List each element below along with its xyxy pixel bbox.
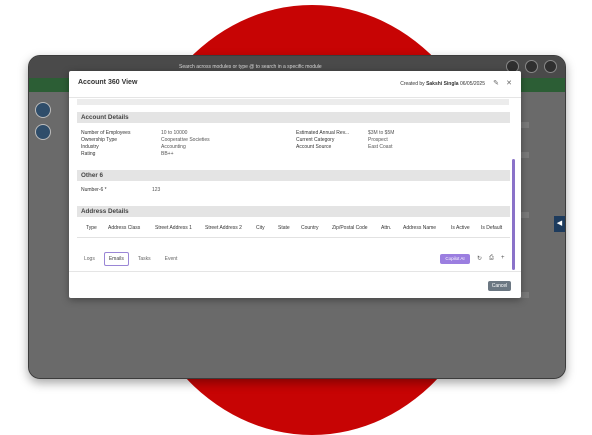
section-header-other: Other 6 xyxy=(77,170,510,181)
tab-tasks[interactable]: Tasks xyxy=(133,252,156,266)
created-by-info: Created by Sakshi Singla 06/05/2025 xyxy=(400,81,485,87)
edit-icon[interactable]: ✎ xyxy=(493,79,499,87)
column-header: City xyxy=(256,225,265,231)
column-header: Country xyxy=(301,225,319,231)
field-label: Ownership Type xyxy=(81,137,118,143)
column-header: Street Address 2 xyxy=(205,225,242,231)
field-value: BB++ xyxy=(161,151,174,157)
field-value: Prospect xyxy=(368,137,388,143)
cancel-button[interactable]: Cancel xyxy=(488,281,511,291)
modal-title: Account 360 View xyxy=(78,79,138,86)
modal-scroll-content[interactable]: Account Details Number of Employees 10 t… xyxy=(77,99,513,246)
field-value: East Coast xyxy=(368,144,393,150)
user-avatar[interactable] xyxy=(544,60,557,73)
avatar[interactable] xyxy=(35,124,51,140)
field-value: Accounting xyxy=(161,144,186,150)
column-header: Zip/Postal Code xyxy=(332,225,368,231)
column-header: Address Name xyxy=(403,225,437,231)
column-header: Is Default xyxy=(481,225,503,231)
close-icon[interactable]: ✕ xyxy=(506,79,512,87)
created-date: 06/05/2025 xyxy=(459,81,485,87)
created-by-prefix: Created by xyxy=(400,81,425,87)
global-search-input[interactable]: Search across modules or type @ to searc… xyxy=(179,64,322,70)
tab-emails[interactable]: Emails xyxy=(103,252,129,266)
help-icon[interactable] xyxy=(525,60,538,73)
field-label: Number-6 * xyxy=(81,187,107,193)
field-label: Number of Employees xyxy=(81,130,131,136)
tab-event[interactable]: Event xyxy=(160,252,183,266)
field-label: Industry xyxy=(81,144,99,150)
left-avatar-stack xyxy=(35,102,51,140)
print-icon[interactable]: ⎙ xyxy=(489,255,494,262)
column-header: Is Active xyxy=(451,225,470,231)
field-value: Cooperative Societies xyxy=(161,137,210,143)
field-label: Rating xyxy=(81,151,96,157)
field-value: 123 xyxy=(152,187,161,193)
activity-tabs: Logs Emails Tasks Event xyxy=(79,252,182,266)
column-header: Type xyxy=(86,225,97,231)
section-header-address: Address Details xyxy=(77,206,510,217)
section-header-account-details: Account Details xyxy=(77,112,510,123)
modal-scrollbar[interactable] xyxy=(512,159,515,270)
add-icon[interactable]: + xyxy=(501,255,505,261)
field-label: Current Category xyxy=(296,137,335,143)
column-header: Street Address 1 xyxy=(155,225,192,231)
side-panel-toggle-icon[interactable]: ◀ xyxy=(554,216,565,232)
column-header: State xyxy=(278,225,290,231)
previous-section-strip xyxy=(77,99,509,105)
modal-header: Account 360 View Created by Sakshi Singl… xyxy=(69,71,521,98)
field-value: 10 to 10000 xyxy=(161,130,188,136)
created-by-name: Sakshi Singla xyxy=(426,81,459,87)
field-value: $3M to $5M xyxy=(368,130,395,136)
copilot-ai-button[interactable]: Copilot AI xyxy=(440,254,470,264)
field-label: Account Source xyxy=(296,144,332,150)
account-360-modal: Account 360 View Created by Sakshi Singl… xyxy=(69,71,521,298)
avatar[interactable] xyxy=(35,102,51,118)
modal-footer: Cancel xyxy=(69,271,521,298)
column-header: Address Class xyxy=(108,225,141,231)
tab-logs[interactable]: Logs xyxy=(79,252,100,266)
field-label: Estimated Annual Rev... xyxy=(296,130,349,136)
column-header: Attn. xyxy=(381,225,392,231)
address-table-header: Type Address Class Street Address 1 Stre… xyxy=(77,220,510,238)
refresh-icon[interactable]: ↻ xyxy=(477,255,482,262)
